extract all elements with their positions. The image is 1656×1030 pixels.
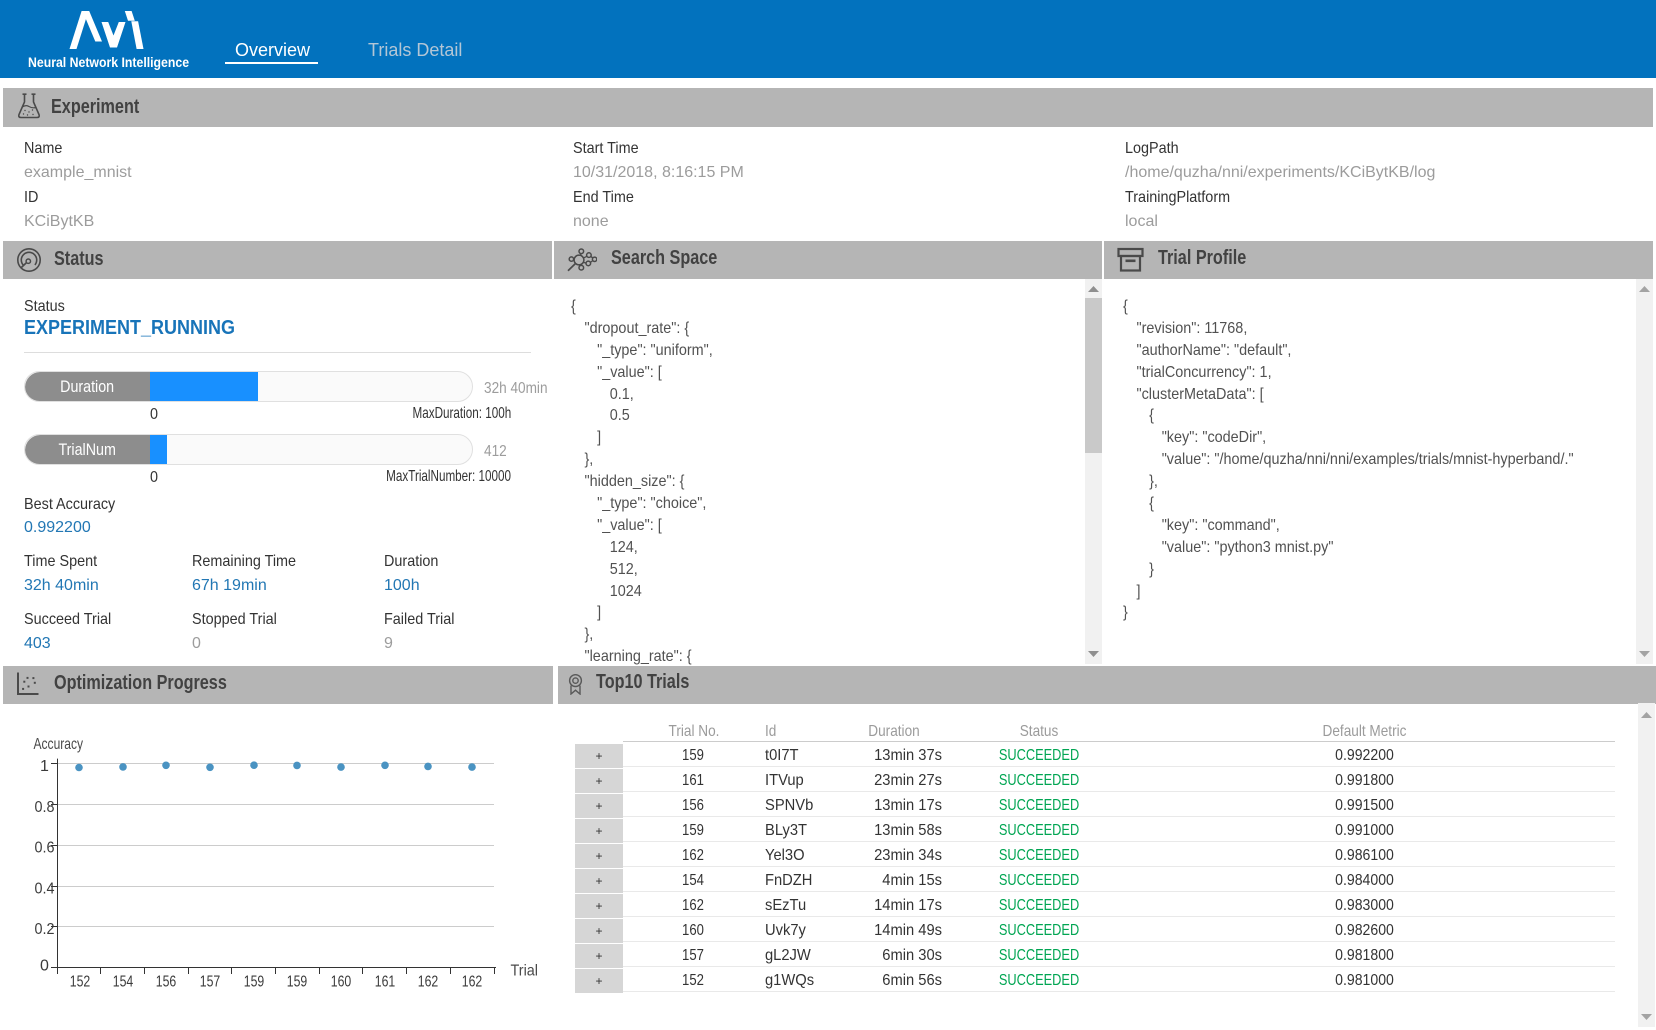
svg-text:157: 157 (200, 973, 221, 990)
svg-text:159: 159 (244, 973, 265, 990)
svg-text:0.6: 0.6 (35, 840, 55, 857)
svg-text:162: 162 (418, 973, 439, 990)
svg-text:156: 156 (156, 973, 177, 990)
svg-text:0: 0 (40, 958, 49, 975)
svg-text:Trial: Trial (511, 963, 539, 980)
svg-text:1: 1 (40, 758, 49, 775)
svg-text:160: 160 (331, 973, 352, 990)
svg-text:Accuracy: Accuracy (34, 736, 84, 753)
svg-text:162: 162 (462, 973, 483, 990)
svg-text:161: 161 (375, 973, 396, 990)
svg-text:0.8: 0.8 (35, 799, 55, 816)
svg-text:152: 152 (70, 973, 91, 990)
svg-text:154: 154 (113, 973, 134, 990)
svg-text:0.4: 0.4 (35, 881, 55, 898)
svg-text:0.2: 0.2 (35, 921, 55, 938)
svg-text:159: 159 (287, 973, 308, 990)
